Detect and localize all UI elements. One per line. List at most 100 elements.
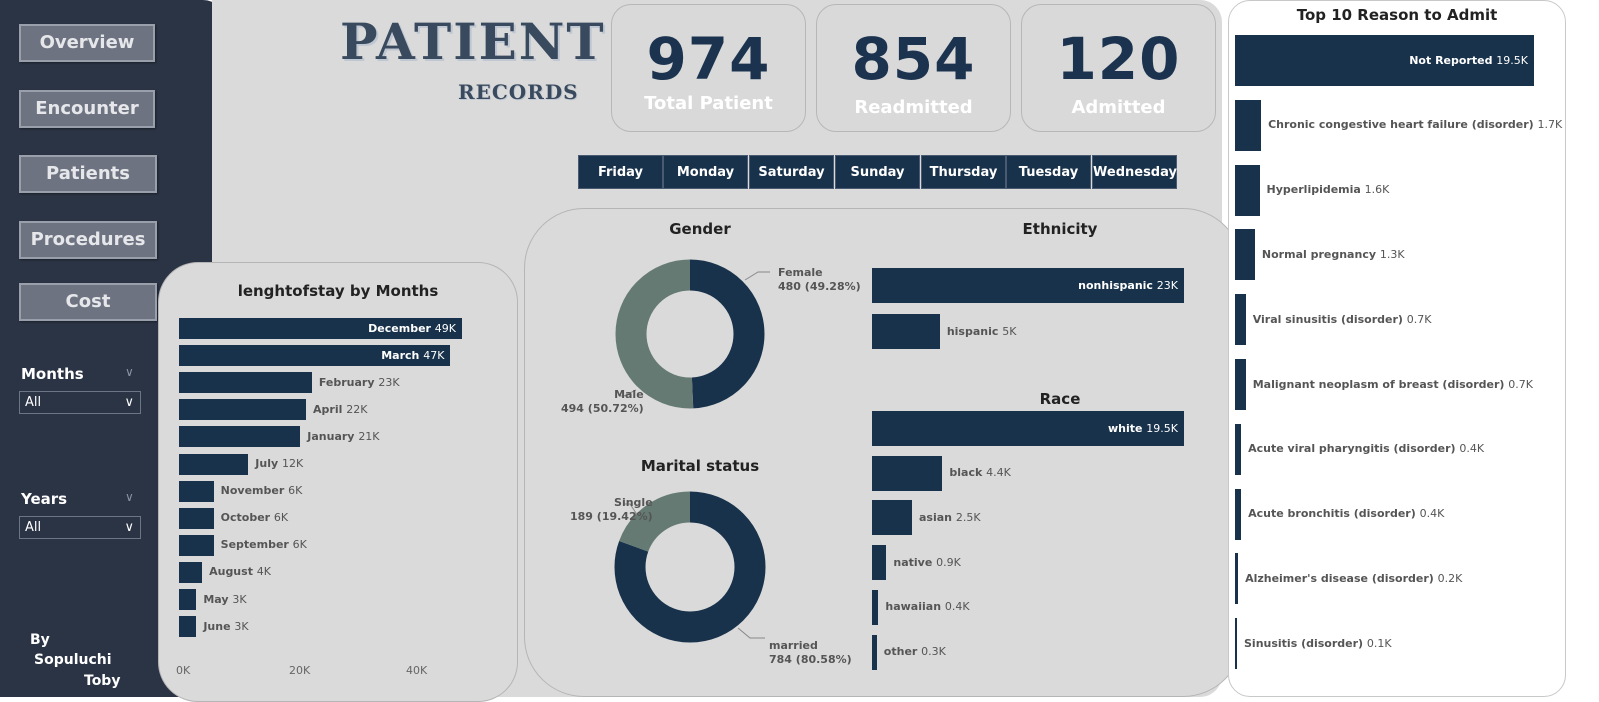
marital-married-leader: [737, 627, 765, 639]
race-bar[interactable]: [872, 634, 877, 670]
race-bar-label: other 0.3K: [883, 645, 946, 658]
day-thursday-button[interactable]: Thursday: [921, 155, 1006, 189]
author-by: By: [30, 632, 50, 648]
kpi-label: Admitted: [1071, 97, 1166, 118]
reasons-bar[interactable]: [1235, 294, 1246, 346]
reasons-bar[interactable]: [1235, 164, 1260, 216]
los-bar-label: March 47K: [381, 348, 445, 362]
los-bar-label: June 3K: [203, 619, 249, 633]
reasons-bar-label: Normal pregnancy 1.3K: [1261, 247, 1405, 261]
chevron-down-icon: ∨: [124, 520, 134, 535]
kpi-value: 120: [1056, 25, 1181, 93]
los-bar[interactable]: [179, 372, 312, 394]
los-bar-label: February 23K: [318, 375, 400, 389]
los-bar[interactable]: [179, 480, 214, 502]
los-bar-label: April 22K: [313, 402, 368, 416]
race-bar-label: hawaiian 0.4K: [885, 600, 970, 614]
reasons-bar-label: Acute viral pharyngitis (disorder) 0.4K: [1248, 442, 1485, 456]
los-bar[interactable]: [179, 616, 197, 638]
years-dropdown-value: All: [25, 520, 42, 535]
kpi-readmitted: 854 Readmitted: [816, 4, 1011, 132]
los-bar-label: September 6K: [220, 538, 307, 552]
gender-female-label: Female 480 (49.28%): [778, 266, 861, 293]
gender-male-label: Male 494 (50.72%): [561, 388, 644, 415]
los-bar-label: July 12K: [255, 457, 304, 470]
page-subtitle: RECORDS: [458, 80, 579, 104]
reasons-bar[interactable]: [1235, 618, 1237, 670]
reasons-bar[interactable]: [1235, 553, 1239, 605]
los-bar-label: November 6K: [220, 484, 303, 498]
gender-chart-title: Gender: [669, 220, 731, 238]
nav-overview-button[interactable]: Overview: [19, 24, 155, 62]
day-sunday-button[interactable]: Sunday: [835, 155, 920, 189]
los-chart-title: lenghtofstay by Months: [237, 282, 439, 300]
kpi-label: Total Patient: [644, 93, 773, 114]
nav-cost-button[interactable]: Cost: [19, 283, 157, 321]
race-bar[interactable]: [872, 455, 943, 491]
nav-patients-button[interactable]: Patients: [19, 155, 157, 193]
day-friday-button[interactable]: Friday: [578, 155, 663, 189]
months-dropdown-value: All: [25, 395, 42, 410]
race-bar-label: white 19.5K: [1107, 421, 1178, 435]
reasons-bar-label: Sinusitis (disorder) 0.1K: [1244, 636, 1392, 650]
reasons-bar-label: Viral sinusitis (disorder) 0.7K: [1252, 312, 1432, 326]
reasons-chart-title: Top 10 Reason to Admit: [1296, 6, 1498, 24]
los-bar-label: December 49K: [368, 321, 456, 335]
reasons-bar[interactable]: [1235, 423, 1242, 475]
los-bar[interactable]: [179, 453, 249, 475]
day-wednesday-button[interactable]: Wednesday: [1092, 155, 1177, 189]
reasons-bar[interactable]: [1235, 99, 1262, 151]
reasons-bar-label: Chronic congestive heart failure (disord…: [1268, 118, 1563, 132]
race-bar-label: asian 2.5K: [919, 510, 981, 524]
nav-procedures-button[interactable]: Procedures: [19, 221, 157, 259]
chevron-down-icon: ∨: [124, 395, 134, 410]
months-dropdown[interactable]: All ∨: [19, 391, 141, 414]
marital-chart-title: Marital status: [640, 457, 760, 475]
race-bar[interactable]: [872, 545, 887, 581]
marital-single-label: Single 189 (19.42%): [570, 496, 653, 523]
nav-encounter-button[interactable]: Encounter: [19, 90, 155, 128]
reasons-bar[interactable]: [1235, 229, 1255, 281]
ethnicity-bar-label: hispanic 5K: [946, 324, 1017, 338]
day-tuesday-button[interactable]: Tuesday: [1006, 155, 1091, 189]
reasons-panel: [1228, 0, 1566, 697]
years-slicer-title: Years: [21, 490, 68, 508]
ethnicity-bar-label: nonhispanic 23K: [1078, 278, 1178, 292]
author-first-name: Sopuluchi: [34, 652, 112, 668]
ethnicity-chart-title: Ethnicity: [1022, 220, 1098, 238]
reasons-bar-label: Alzheimer's disease (disorder) 0.2K: [1245, 571, 1463, 585]
los-x-tick-20: 20K: [289, 664, 311, 677]
reasons-bar-label: Not Reported 19.5K: [1409, 53, 1528, 67]
reasons-bar-label: Acute bronchitis (disorder) 0.4K: [1248, 507, 1445, 521]
los-bar[interactable]: [179, 399, 307, 421]
reasons-bar-label: Malignant neoplasm of breast (disorder) …: [1252, 377, 1533, 391]
los-x-tick-0: 0K: [176, 664, 191, 677]
reasons-bar-label: Hyperlipidemia 1.6K: [1266, 183, 1390, 197]
race-bar[interactable]: [872, 500, 912, 536]
page-title: PATIENT: [340, 12, 606, 71]
los-bar[interactable]: [179, 507, 214, 529]
los-bar-label: May 3K: [203, 592, 247, 606]
ethnicity-bar[interactable]: [872, 314, 940, 349]
los-bar[interactable]: [179, 534, 214, 556]
chevron-down-icon[interactable]: ∨: [125, 490, 134, 504]
reasons-bar[interactable]: [1235, 359, 1246, 410]
race-bar[interactable]: [872, 589, 879, 625]
los-bar[interactable]: [179, 589, 197, 610]
los-bar-label: January 21K: [307, 429, 380, 443]
reasons-bar[interactable]: [1235, 488, 1242, 540]
los-bar-label: October 6K: [220, 511, 289, 525]
kpi-admitted: 120 Admitted: [1021, 4, 1216, 132]
los-bar-label: August 4K: [209, 565, 271, 579]
race-chart-title: Race: [1039, 390, 1081, 408]
los-bar[interactable]: [179, 561, 203, 583]
los-bar[interactable]: [179, 426, 301, 448]
author-last-name: Toby: [84, 673, 121, 689]
los-x-tick-40: 40K: [406, 664, 428, 677]
race-bar-label: black 4.4K: [949, 466, 1011, 480]
kpi-label: Readmitted: [854, 97, 973, 118]
day-saturday-button[interactable]: Saturday: [749, 155, 834, 189]
years-dropdown[interactable]: All ∨: [19, 516, 141, 539]
chevron-down-icon[interactable]: ∨: [125, 365, 134, 379]
day-monday-button[interactable]: Monday: [663, 155, 748, 189]
